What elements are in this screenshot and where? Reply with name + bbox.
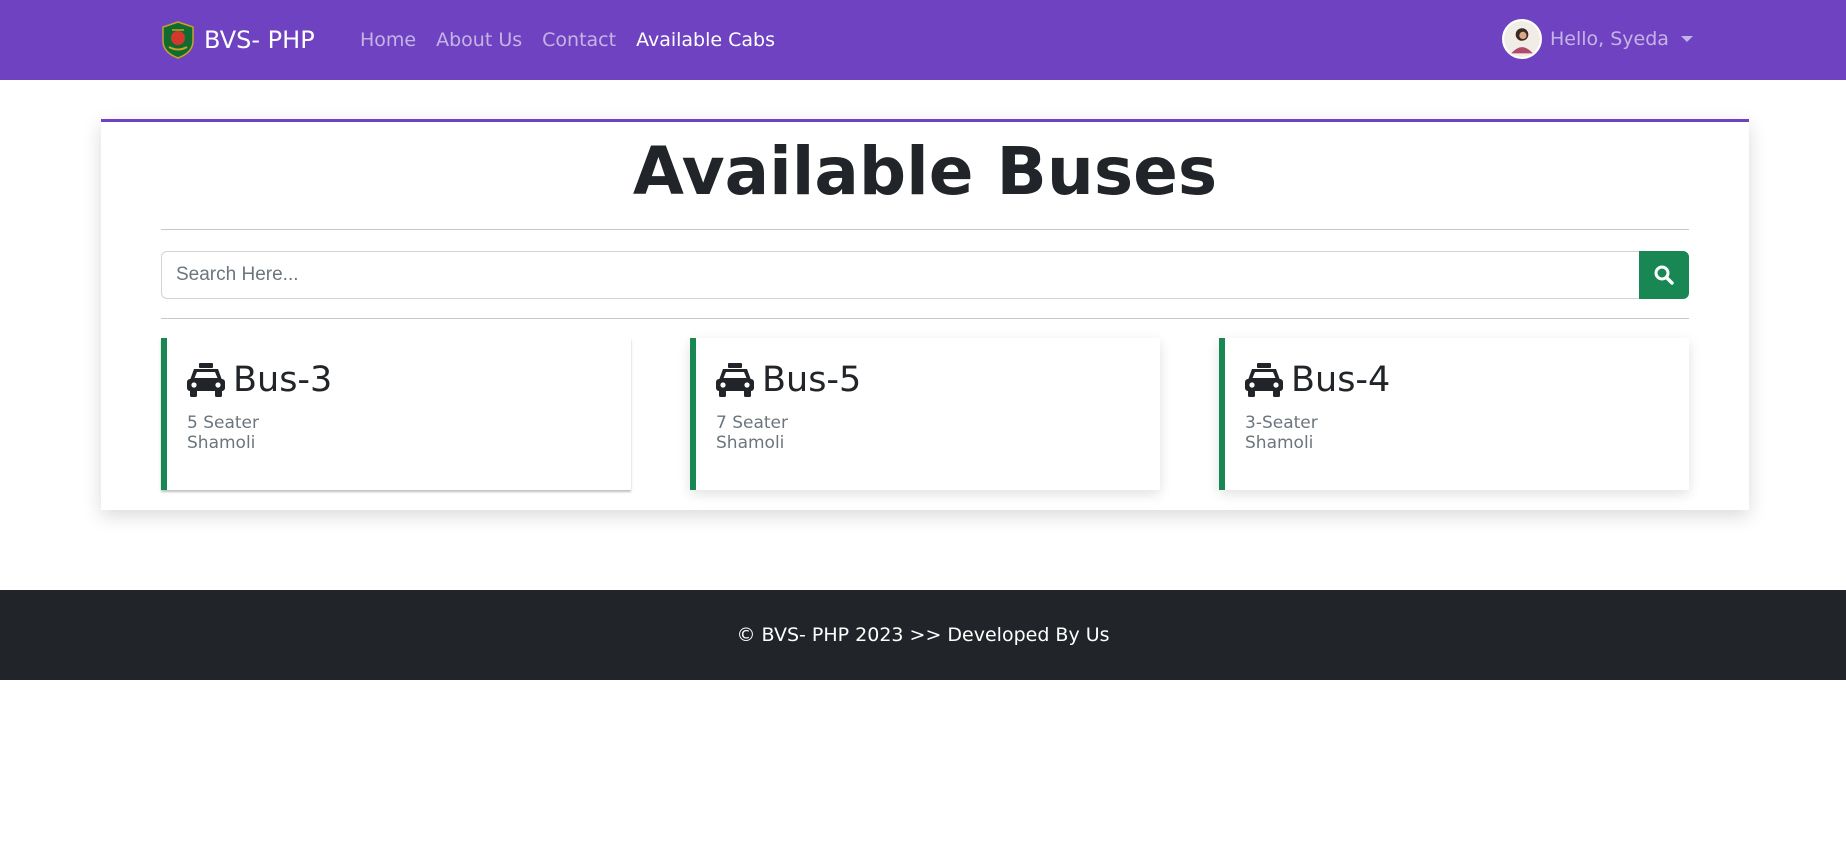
search-bar <box>161 251 1689 299</box>
divider <box>161 318 1689 319</box>
available-buses-card: Available Buses Bus-3 5 Seater <box>101 119 1749 510</box>
divider <box>161 229 1689 230</box>
taxi-icon <box>716 363 754 397</box>
user-menu-toggle[interactable]: Hello, Syeda <box>1502 19 1693 59</box>
nav-link-contact[interactable]: Contact <box>542 26 616 54</box>
bus-name: Bus-3 <box>233 360 333 400</box>
bus-seats: 7 Seater <box>716 413 789 433</box>
brand-link[interactable]: BVS- PHP <box>160 20 315 60</box>
bus-seats: 3-Seater <box>1245 413 1318 433</box>
bus-card-header: Bus-4 <box>1245 360 1390 400</box>
nav-link-available-cabs[interactable]: Available Cabs <box>636 26 775 54</box>
avatar <box>1502 19 1542 59</box>
page-title: Available Buses <box>632 133 1218 210</box>
footer-text: © BVS- PHP 2023 >> Developed By Us <box>736 624 1110 646</box>
brand-name: BVS- PHP <box>204 26 315 54</box>
footer: © BVS- PHP 2023 >> Developed By Us <box>0 590 1846 680</box>
bus-card[interactable]: Bus-5 7 Seater Shamoli <box>690 338 1160 490</box>
bus-card[interactable]: Bus-4 3-Seater Shamoli <box>1219 338 1689 490</box>
bus-name: Bus-5 <box>762 360 862 400</box>
taxi-icon <box>187 363 225 397</box>
bus-card-header: Bus-3 <box>187 360 332 400</box>
bus-location: Shamoli <box>1245 433 1314 453</box>
bus-card[interactable]: Bus-3 5 Seater Shamoli <box>161 338 631 490</box>
caret-down-icon <box>1680 36 1693 42</box>
search-button[interactable] <box>1639 251 1689 299</box>
bus-name: Bus-4 <box>1291 360 1391 400</box>
taxi-icon <box>1245 363 1283 397</box>
user-greeting: Hello, Syeda <box>1550 28 1669 50</box>
bus-seats: 5 Seater <box>187 413 260 433</box>
bus-location: Shamoli <box>716 433 785 453</box>
navbar: BVS- PHP Home About Us Contact Available… <box>0 0 1846 80</box>
search-input[interactable] <box>161 251 1639 299</box>
bus-location: Shamoli <box>187 433 256 453</box>
nav-link-about-us[interactable]: About Us <box>436 26 522 54</box>
nav-link-home[interactable]: Home <box>360 26 416 54</box>
emblem-logo <box>162 21 194 59</box>
search-icon <box>1654 265 1674 285</box>
nav-links: Home About Us Contact Available Cabs <box>360 26 795 54</box>
bus-card-header: Bus-5 <box>716 360 861 400</box>
